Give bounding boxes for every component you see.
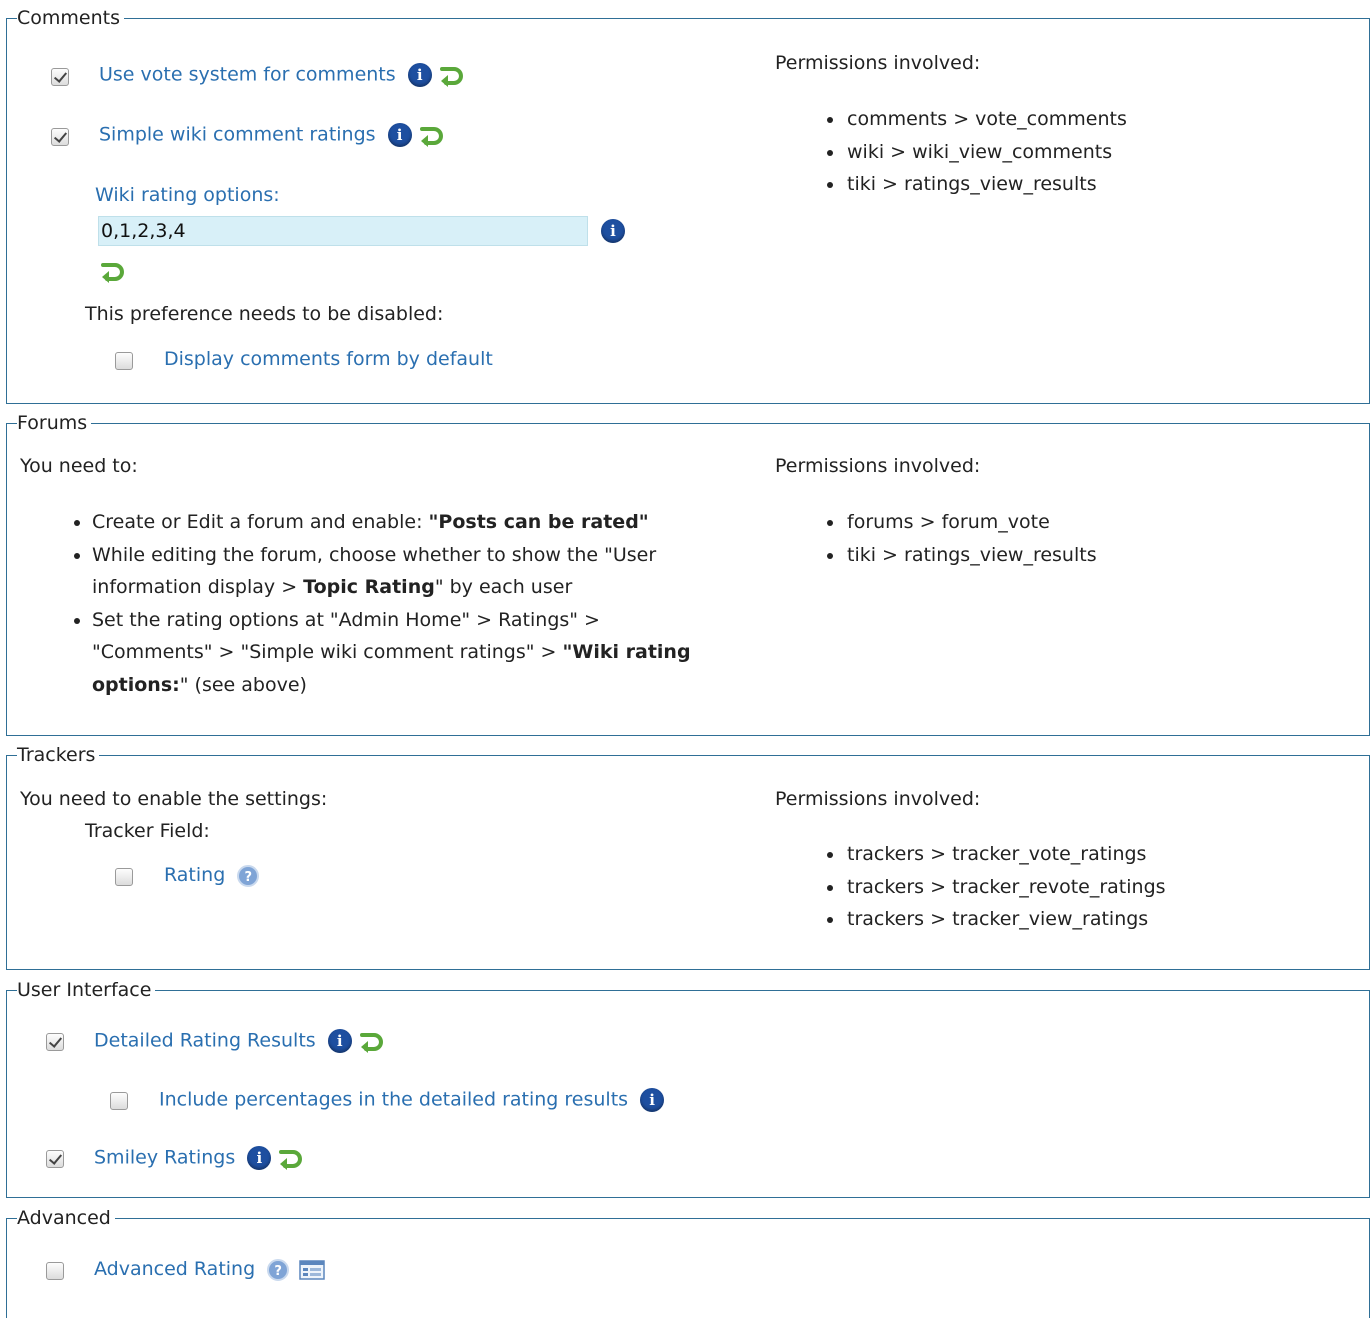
list-item: trackers > tracker_vote_ratings	[845, 838, 1166, 871]
reset-icon[interactable]	[358, 1029, 386, 1053]
advanced-rating-checkbox[interactable]	[46, 1262, 64, 1280]
advanced-fieldset: Advanced Advanced Rating ?	[6, 1206, 1370, 1318]
forums-legend: Forums	[17, 411, 92, 435]
permissions-list: trackers > tracker_vote_ratings trackers…	[775, 838, 1166, 936]
detailed-results-label[interactable]: Detailed Rating Results	[94, 1030, 316, 1052]
percentages-label[interactable]: Include percentages in the detailed rati…	[159, 1089, 628, 1111]
wiki-rating-options-input[interactable]: 0,1,2,3,4	[98, 216, 588, 246]
list-item: tiki > ratings_view_results	[845, 539, 1097, 572]
vote-system-row: Use vote system for comments i	[99, 63, 466, 87]
vote-system-checkbox[interactable]	[51, 68, 69, 86]
trackers-legend: Trackers	[17, 743, 100, 767]
permissions-title: Permissions involved:	[775, 455, 981, 477]
detailed-results-row: Detailed Rating Results i	[94, 1029, 386, 1053]
simple-wiki-ratings-row: Simple wiki comment ratings i	[99, 123, 446, 147]
simple-wiki-ratings-checkbox[interactable]	[51, 128, 69, 146]
rating-row: Rating ?	[164, 864, 260, 887]
advanced-rating-label[interactable]: Advanced Rating	[94, 1258, 255, 1280]
rating-checkbox[interactable]	[115, 868, 133, 886]
user-interface-fieldset: User Interface Detailed Rating Results i…	[6, 978, 1370, 1198]
vote-system-label[interactable]: Use vote system for comments	[99, 64, 396, 86]
reset-icon[interactable]	[438, 63, 466, 87]
display-form-label[interactable]: Display comments form by default	[164, 348, 493, 370]
info-icon[interactable]: i	[387, 123, 412, 147]
reset-icon[interactable]	[99, 259, 127, 283]
percentages-row: Include percentages in the detailed rati…	[159, 1088, 665, 1112]
user-interface-legend: User Interface	[17, 978, 156, 1002]
info-icon[interactable]: i	[407, 63, 432, 87]
need-to-text: You need to:	[20, 455, 138, 477]
list-item: trackers > tracker_revote_ratings	[845, 871, 1166, 904]
reset-icon[interactable]	[277, 1146, 305, 1170]
help-icon[interactable]: ?	[267, 1258, 290, 1281]
disabled-note: This preference needs to be disabled:	[85, 303, 444, 325]
steps-list: Create or Edit a forum and enable: "Post…	[20, 506, 712, 701]
info-icon[interactable]: i	[601, 219, 625, 243]
tracker-field-text: Tracker Field:	[85, 820, 210, 842]
wiki-rating-options-label: Wiki rating options:	[95, 184, 280, 206]
forums-fieldset: Forums You need to: Create or Edit a for…	[6, 411, 1370, 736]
advanced-legend: Advanced	[17, 1206, 115, 1230]
smiley-ratings-label[interactable]: Smiley Ratings	[94, 1147, 235, 1169]
list-item: While editing the forum, choose whether …	[92, 539, 712, 604]
detailed-results-checkbox[interactable]	[46, 1033, 64, 1051]
list-item: wiki > wiki_view_comments	[845, 136, 1127, 169]
permissions-list: forums > forum_vote tiki > ratings_view_…	[775, 506, 1097, 571]
smiley-ratings-checkbox[interactable]	[46, 1150, 64, 1168]
trackers-fieldset: Trackers You need to enable the settings…	[6, 743, 1370, 970]
percentages-checkbox[interactable]	[110, 1092, 128, 1110]
list-item: Set the rating options at "Admin Home" >…	[92, 604, 712, 702]
need-enable-text: You need to enable the settings:	[20, 788, 328, 810]
permissions-title: Permissions involved:	[775, 52, 981, 74]
list-item: trackers > tracker_view_ratings	[845, 903, 1166, 936]
permissions-title: Permissions involved:	[775, 788, 981, 810]
comments-legend: Comments	[17, 6, 124, 30]
list-item: Create or Edit a forum and enable: "Post…	[92, 506, 712, 539]
advanced-rating-row: Advanced Rating ?	[94, 1258, 325, 1281]
list-config-icon[interactable]	[299, 1259, 325, 1281]
comments-fieldset: Comments Use vote system for comments i …	[6, 6, 1370, 404]
simple-wiki-ratings-label[interactable]: Simple wiki comment ratings	[99, 124, 376, 146]
display-form-checkbox[interactable]	[115, 352, 133, 370]
list-item: comments > vote_comments	[845, 103, 1127, 136]
info-icon[interactable]: i	[247, 1146, 272, 1170]
rating-label[interactable]: Rating	[164, 864, 225, 886]
list-item: tiki > ratings_view_results	[845, 168, 1127, 201]
info-icon[interactable]: i	[327, 1029, 352, 1053]
list-item: forums > forum_vote	[845, 506, 1097, 539]
reset-icon[interactable]	[418, 123, 446, 147]
smiley-ratings-row: Smiley Ratings i	[94, 1146, 305, 1170]
help-icon[interactable]: ?	[237, 864, 260, 887]
info-icon[interactable]: i	[640, 1088, 665, 1112]
permissions-list: comments > vote_comments wiki > wiki_vie…	[775, 103, 1127, 201]
